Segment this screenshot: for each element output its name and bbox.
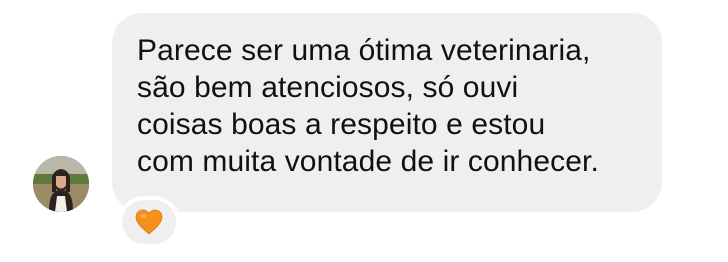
orange-heart-icon	[135, 209, 163, 235]
avatar-photo	[33, 156, 89, 212]
message-bubble[interactable]: Parece ser uma ótima veterinaria, são be…	[112, 13, 662, 212]
reaction-badge[interactable]	[118, 196, 180, 248]
avatar[interactable]	[33, 156, 89, 212]
message-line: coisas boas a respeito e estou	[137, 108, 546, 141]
message-line: com muita vontade de ir conhecer.	[137, 145, 599, 178]
message-line: são bem atenciosos, só ouvi	[137, 71, 519, 104]
message-text: Parece ser uma ótima veterinaria, são be…	[137, 32, 642, 180]
message-line: Parece ser uma ótima veterinaria,	[137, 34, 591, 67]
dm-conversation: Parece ser uma ótima veterinaria, são be…	[0, 0, 728, 262]
